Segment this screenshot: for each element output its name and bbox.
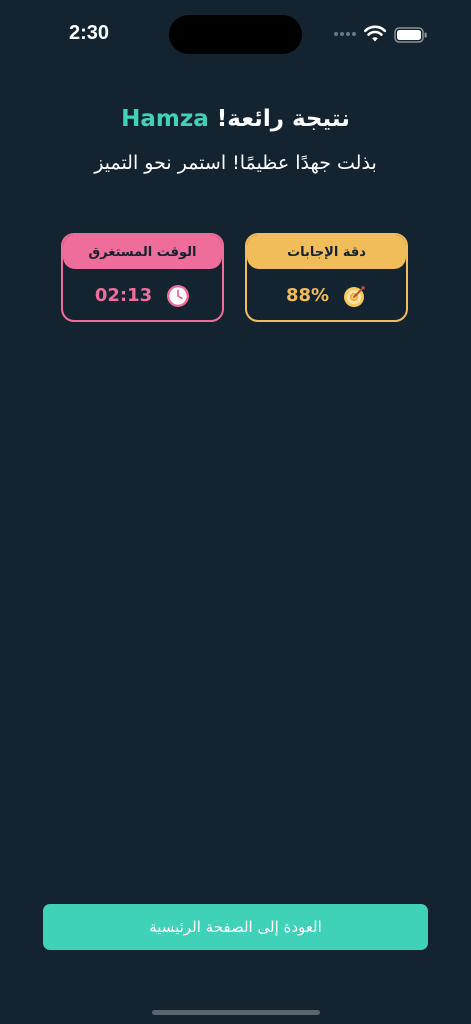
result-header: نتيجة رائعة! Hamza بذلت جهدًا عظيمًا! اس… — [0, 100, 471, 178]
status-bar: 2:30 — [0, 0, 471, 70]
result-subtitle: بذلت جهدًا عظيمًا! استمر نحو التميز — [94, 152, 377, 174]
clock-icon — [167, 284, 190, 307]
status-icons — [334, 25, 428, 45]
accuracy-value: 88% — [285, 285, 330, 306]
time-card-body: 02:13 — [63, 269, 222, 320]
wifi-icon — [364, 25, 386, 42]
dynamic-island — [169, 15, 302, 54]
accuracy-card-label: دقة الإجابات — [247, 235, 406, 269]
result-title: نتيجة رائعة! Hamza — [0, 100, 471, 138]
time-value: 02:13 — [94, 285, 153, 306]
back-to-home-button[interactable]: العودة إلى الصفحة الرئيسية — [43, 904, 428, 950]
target-icon — [344, 286, 365, 307]
accuracy-card: دقة الإجابات 88% — [245, 233, 408, 322]
time-card-label: الوقت المستغرق — [63, 235, 222, 269]
cellular-signal-icon — [334, 32, 358, 37]
battery-icon — [394, 27, 427, 43]
time-card: الوقت المستغرق 02:13 — [61, 233, 224, 322]
title-text: نتيجة رائعة! — [216, 106, 350, 132]
status-time: 2:30 — [69, 22, 110, 44]
user-name: Hamza — [121, 106, 209, 132]
home-indicator[interactable] — [152, 1010, 320, 1015]
accuracy-card-body: 88% — [247, 269, 406, 320]
